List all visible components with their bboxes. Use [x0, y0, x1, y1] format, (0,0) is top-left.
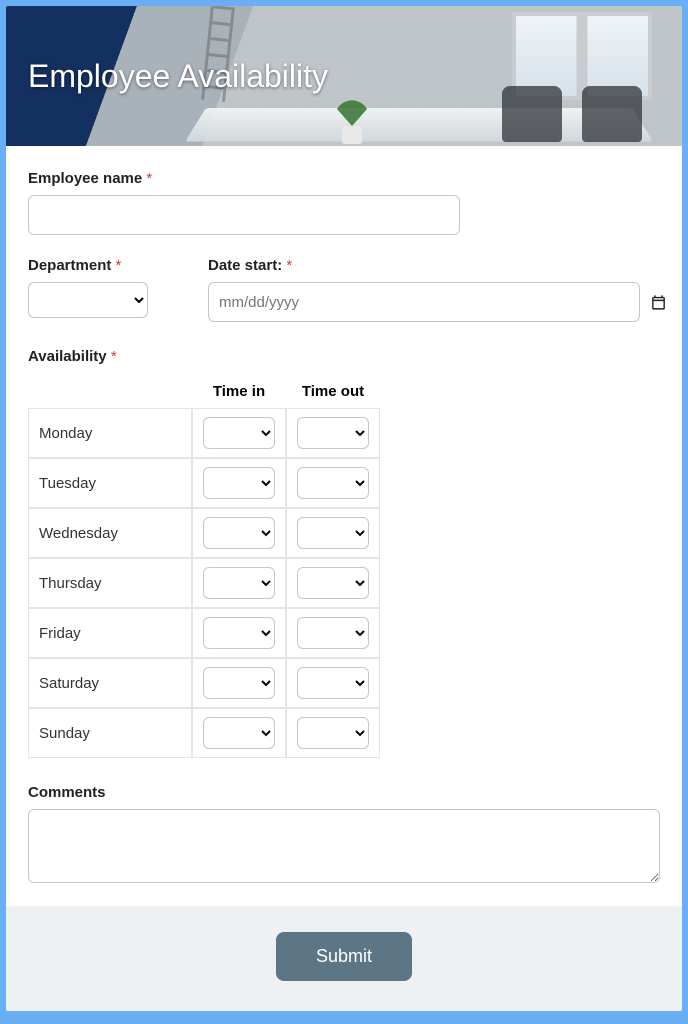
availability-time-in-cell: [192, 558, 286, 608]
availability-row: Thursday: [28, 558, 380, 608]
availability-header-time-in: Time in: [192, 375, 286, 408]
date-start-field: Date start: *: [208, 257, 667, 322]
availability-day: Tuesday: [28, 458, 192, 508]
availability-time-out-cell: [286, 708, 380, 758]
calendar-icon[interactable]: [650, 294, 667, 311]
date-start-input[interactable]: [208, 282, 640, 322]
availability-day: Saturday: [28, 658, 192, 708]
availability-time-out-cell: [286, 658, 380, 708]
availability-header-time-out: Time out: [286, 375, 380, 408]
time-out-select[interactable]: [297, 467, 369, 499]
availability-day: Friday: [28, 608, 192, 658]
availability-time-in-cell: [192, 408, 286, 458]
availability-row: Sunday: [28, 708, 380, 758]
time-out-select[interactable]: [297, 667, 369, 699]
time-in-select[interactable]: [203, 567, 275, 599]
department-select[interactable]: [28, 282, 148, 318]
time-out-select[interactable]: [297, 417, 369, 449]
availability-row: Tuesday: [28, 458, 380, 508]
availability-row: Saturday: [28, 658, 380, 708]
availability-day: Wednesday: [28, 508, 192, 558]
availability-label: Availability *: [28, 348, 660, 365]
employee-name-input[interactable]: [28, 195, 460, 235]
availability-time-in-cell: [192, 708, 286, 758]
availability-time-out-cell: [286, 608, 380, 658]
comments-section: Comments: [28, 784, 660, 888]
time-out-select[interactable]: [297, 517, 369, 549]
availability-day: Sunday: [28, 708, 192, 758]
department-label: Department *: [28, 257, 178, 274]
header-decor-plant: [326, 74, 378, 144]
time-in-select[interactable]: [203, 467, 275, 499]
department-field: Department *: [28, 257, 178, 322]
form-header: Employee Availability: [6, 6, 682, 146]
required-mark: *: [146, 170, 152, 187]
time-out-select[interactable]: [297, 617, 369, 649]
required-mark: *: [286, 257, 292, 274]
time-in-select[interactable]: [203, 717, 275, 749]
availability-day: Monday: [28, 408, 192, 458]
label-text: Availability: [28, 348, 107, 365]
time-out-select[interactable]: [297, 567, 369, 599]
availability-row: Monday: [28, 408, 380, 458]
availability-time-out-cell: [286, 458, 380, 508]
header-decor-chair: [502, 86, 562, 142]
required-mark: *: [116, 257, 122, 274]
label-text: Department: [28, 257, 111, 274]
time-in-select[interactable]: [203, 417, 275, 449]
submit-button[interactable]: Submit: [276, 932, 412, 981]
form-body: Employee name * Department * Date start:…: [6, 146, 682, 906]
time-in-select[interactable]: [203, 517, 275, 549]
availability-row: Wednesday: [28, 508, 380, 558]
availability-time-out-cell: [286, 558, 380, 608]
availability-time-in-cell: [192, 658, 286, 708]
availability-table: Time in Time out MondayTuesdayWednesdayT…: [28, 375, 380, 758]
label-text: Employee name: [28, 170, 142, 187]
availability-row: Friday: [28, 608, 380, 658]
employee-name-field: Employee name *: [28, 170, 660, 235]
availability-time-out-cell: [286, 508, 380, 558]
employee-name-label: Employee name *: [28, 170, 660, 187]
comments-textarea[interactable]: [28, 809, 660, 883]
page-title: Employee Availability: [28, 58, 328, 95]
form-footer: Submit: [6, 906, 682, 1011]
time-out-select[interactable]: [297, 717, 369, 749]
availability-section: Availability * Time in Time out MondayTu…: [28, 348, 660, 758]
header-decor-chair: [582, 86, 642, 142]
time-in-select[interactable]: [203, 617, 275, 649]
availability-day: Thursday: [28, 558, 192, 608]
date-start-label: Date start: *: [208, 257, 667, 274]
required-mark: *: [111, 348, 117, 365]
availability-time-out-cell: [286, 408, 380, 458]
comments-label: Comments: [28, 784, 660, 801]
availability-time-in-cell: [192, 458, 286, 508]
time-in-select[interactable]: [203, 667, 275, 699]
availability-time-in-cell: [192, 608, 286, 658]
availability-time-in-cell: [192, 508, 286, 558]
availability-header-day: [28, 375, 192, 408]
label-text: Date start:: [208, 257, 282, 274]
form-card: Employee Availability Employee name * De…: [6, 6, 682, 1011]
